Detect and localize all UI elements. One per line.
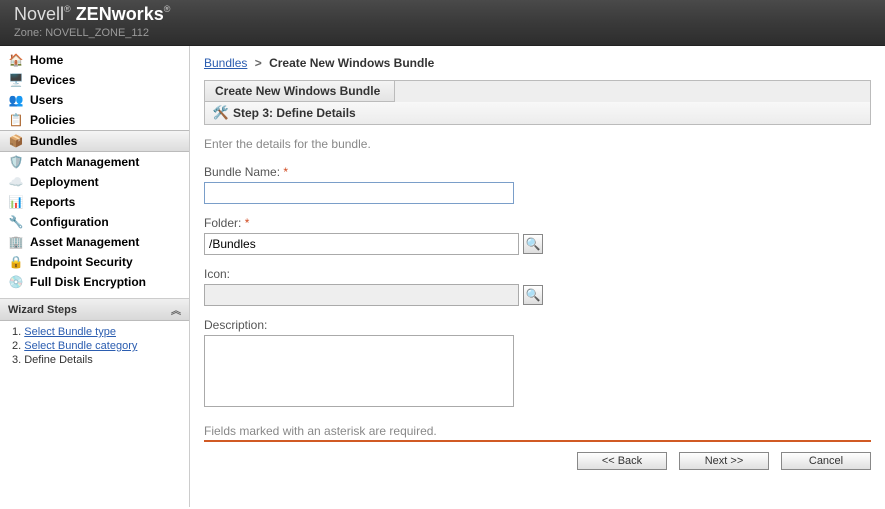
sidebar-item-reports[interactable]: 📊 Reports: [0, 192, 189, 212]
sidebar-item-bundles[interactable]: 📦 Bundles: [0, 130, 189, 152]
step-text: Step 3: Define Details: [233, 106, 356, 120]
bundles-icon: 📦: [8, 133, 24, 149]
bundle-name-label: Bundle Name: *: [204, 165, 871, 179]
endpoint-security-icon: 🔒: [8, 254, 24, 270]
back-button[interactable]: << Back: [577, 452, 667, 470]
bundle-name-field: Bundle Name: *: [204, 165, 871, 204]
policies-icon: 📋: [8, 112, 24, 128]
sidebar-item-full-disk-encryption[interactable]: 💿 Full Disk Encryption: [0, 272, 189, 292]
required-asterisk: *: [283, 165, 288, 179]
wizard-step-current: Define Details: [24, 354, 92, 366]
asset-management-icon: 🏢: [8, 234, 24, 250]
folder-label: Folder: *: [204, 216, 871, 230]
wizard-steps-list: Select Bundle type Select Bundle category…: [0, 321, 189, 371]
folder-field: Folder: * 🔍: [204, 216, 871, 255]
bundle-name-input[interactable]: [204, 182, 514, 204]
sidebar-item-configuration[interactable]: 🔧 Configuration: [0, 212, 189, 232]
home-icon: 🏠: [8, 52, 24, 68]
breadcrumb-separator: >: [255, 56, 262, 70]
search-icon-2: 🔍: [526, 288, 541, 302]
sidebar-item-label: Devices: [30, 73, 75, 87]
content-area: Bundles > Create New Windows Bundle Crea…: [190, 46, 885, 507]
sidebar-item-label: Users: [30, 93, 63, 107]
main-container: 🏠 Home 🖥️ Devices 👥 Users 📋 Policies 📦 Bundles 🛡️ P…: [0, 46, 885, 507]
sidebar-item-label: Asset Management: [30, 235, 139, 249]
required-asterisk-2: *: [245, 216, 250, 230]
collapse-chevron-icon[interactable]: ︽: [171, 302, 181, 317]
description-textarea[interactable]: [204, 335, 514, 407]
zone-name: NOVELL_ZONE_112: [45, 27, 149, 39]
brand-product: ZENworks: [76, 4, 164, 24]
sidebar-item-endpoint-security[interactable]: 🔒 Endpoint Security: [0, 252, 189, 272]
devices-icon: 🖥️: [8, 72, 24, 88]
sidebar-item-label: Full Disk Encryption: [30, 275, 146, 289]
full-disk-encryption-icon: 💿: [8, 274, 24, 290]
tools-icon: 🛠️: [213, 105, 229, 121]
panel-header: Create New Windows Bundle 🛠️ Step 3: Def…: [204, 80, 871, 125]
brand: Novell® ZENworks®: [14, 4, 871, 25]
sidebar-item-label: Home: [30, 53, 63, 67]
sidebar-item-policies[interactable]: 📋 Policies: [0, 110, 189, 130]
reg-mark-2: ®: [164, 4, 171, 14]
deployment-icon: ☁️: [8, 174, 24, 190]
zone-line: Zone: NOVELL_ZONE_112: [14, 27, 871, 39]
configuration-icon: 🔧: [8, 214, 24, 230]
brand-company: Novell: [14, 4, 64, 24]
wizard-steps-title: Wizard Steps: [8, 304, 77, 316]
description-field: Description:: [204, 318, 871, 410]
sidebar-item-users[interactable]: 👥 Users: [0, 90, 189, 110]
app-header: Novell® ZENworks® Zone: NOVELL_ZONE_112: [0, 0, 885, 46]
folder-input[interactable]: [204, 233, 519, 255]
step-row: 🛠️ Step 3: Define Details: [205, 102, 870, 124]
breadcrumb-root[interactable]: Bundles: [204, 56, 247, 70]
folder-browse-button[interactable]: 🔍: [523, 234, 543, 254]
instruction-text: Enter the details for the bundle.: [204, 137, 871, 151]
icon-field: Icon: 🔍: [204, 267, 871, 306]
sidebar: 🏠 Home 🖥️ Devices 👥 Users 📋 Policies 📦 Bundles 🛡️ P…: [0, 46, 190, 507]
wizard-step-3: Define Details: [12, 353, 179, 367]
sidebar-item-patch-management[interactable]: 🛡️ Patch Management: [0, 152, 189, 172]
sidebar-item-label: Patch Management: [30, 155, 139, 169]
wizard-step-link[interactable]: Select Bundle type: [24, 326, 116, 338]
reg-mark: ®: [64, 4, 71, 14]
users-icon: 👥: [8, 92, 24, 108]
icon-browse-button[interactable]: 🔍: [523, 285, 543, 305]
wizard-step-1: Select Bundle type: [12, 325, 179, 339]
sidebar-item-label: Reports: [30, 195, 75, 209]
sidebar-item-label: Deployment: [30, 175, 99, 189]
sidebar-item-asset-management[interactable]: 🏢 Asset Management: [0, 232, 189, 252]
wizard-step-link[interactable]: Select Bundle category: [24, 340, 137, 352]
wizard-step-2: Select Bundle category: [12, 339, 179, 353]
required-footnote: Fields marked with an asterisk are requi…: [204, 424, 871, 438]
sidebar-item-devices[interactable]: 🖥️ Devices: [0, 70, 189, 90]
icon-label: Icon:: [204, 267, 871, 281]
reports-icon: 📊: [8, 194, 24, 210]
sidebar-item-label: Endpoint Security: [30, 255, 133, 269]
panel-title-row: Create New Windows Bundle: [205, 81, 870, 102]
patch-management-icon: 🛡️: [8, 154, 24, 170]
sidebar-item-label: Policies: [30, 113, 75, 127]
sidebar-item-label: Bundles: [30, 134, 77, 148]
sidebar-item-label: Configuration: [30, 215, 109, 229]
search-icon: 🔍: [526, 237, 541, 251]
cancel-button[interactable]: Cancel: [781, 452, 871, 470]
next-button[interactable]: Next >>: [679, 452, 769, 470]
icon-input[interactable]: [204, 284, 519, 306]
wizard-steps-header[interactable]: Wizard Steps ︽: [0, 298, 189, 321]
zone-label: Zone:: [14, 27, 42, 39]
sidebar-item-deployment[interactable]: ☁️ Deployment: [0, 172, 189, 192]
panel-title: Create New Windows Bundle: [205, 81, 395, 102]
nav-list: 🏠 Home 🖥️ Devices 👥 Users 📋 Policies 📦 Bundles 🛡️ P…: [0, 46, 189, 298]
sidebar-item-home[interactable]: 🏠 Home: [0, 50, 189, 70]
breadcrumb: Bundles > Create New Windows Bundle: [204, 56, 871, 70]
breadcrumb-current: Create New Windows Bundle: [269, 56, 434, 70]
button-bar: << Back Next >> Cancel: [204, 440, 871, 480]
description-label: Description:: [204, 318, 871, 332]
